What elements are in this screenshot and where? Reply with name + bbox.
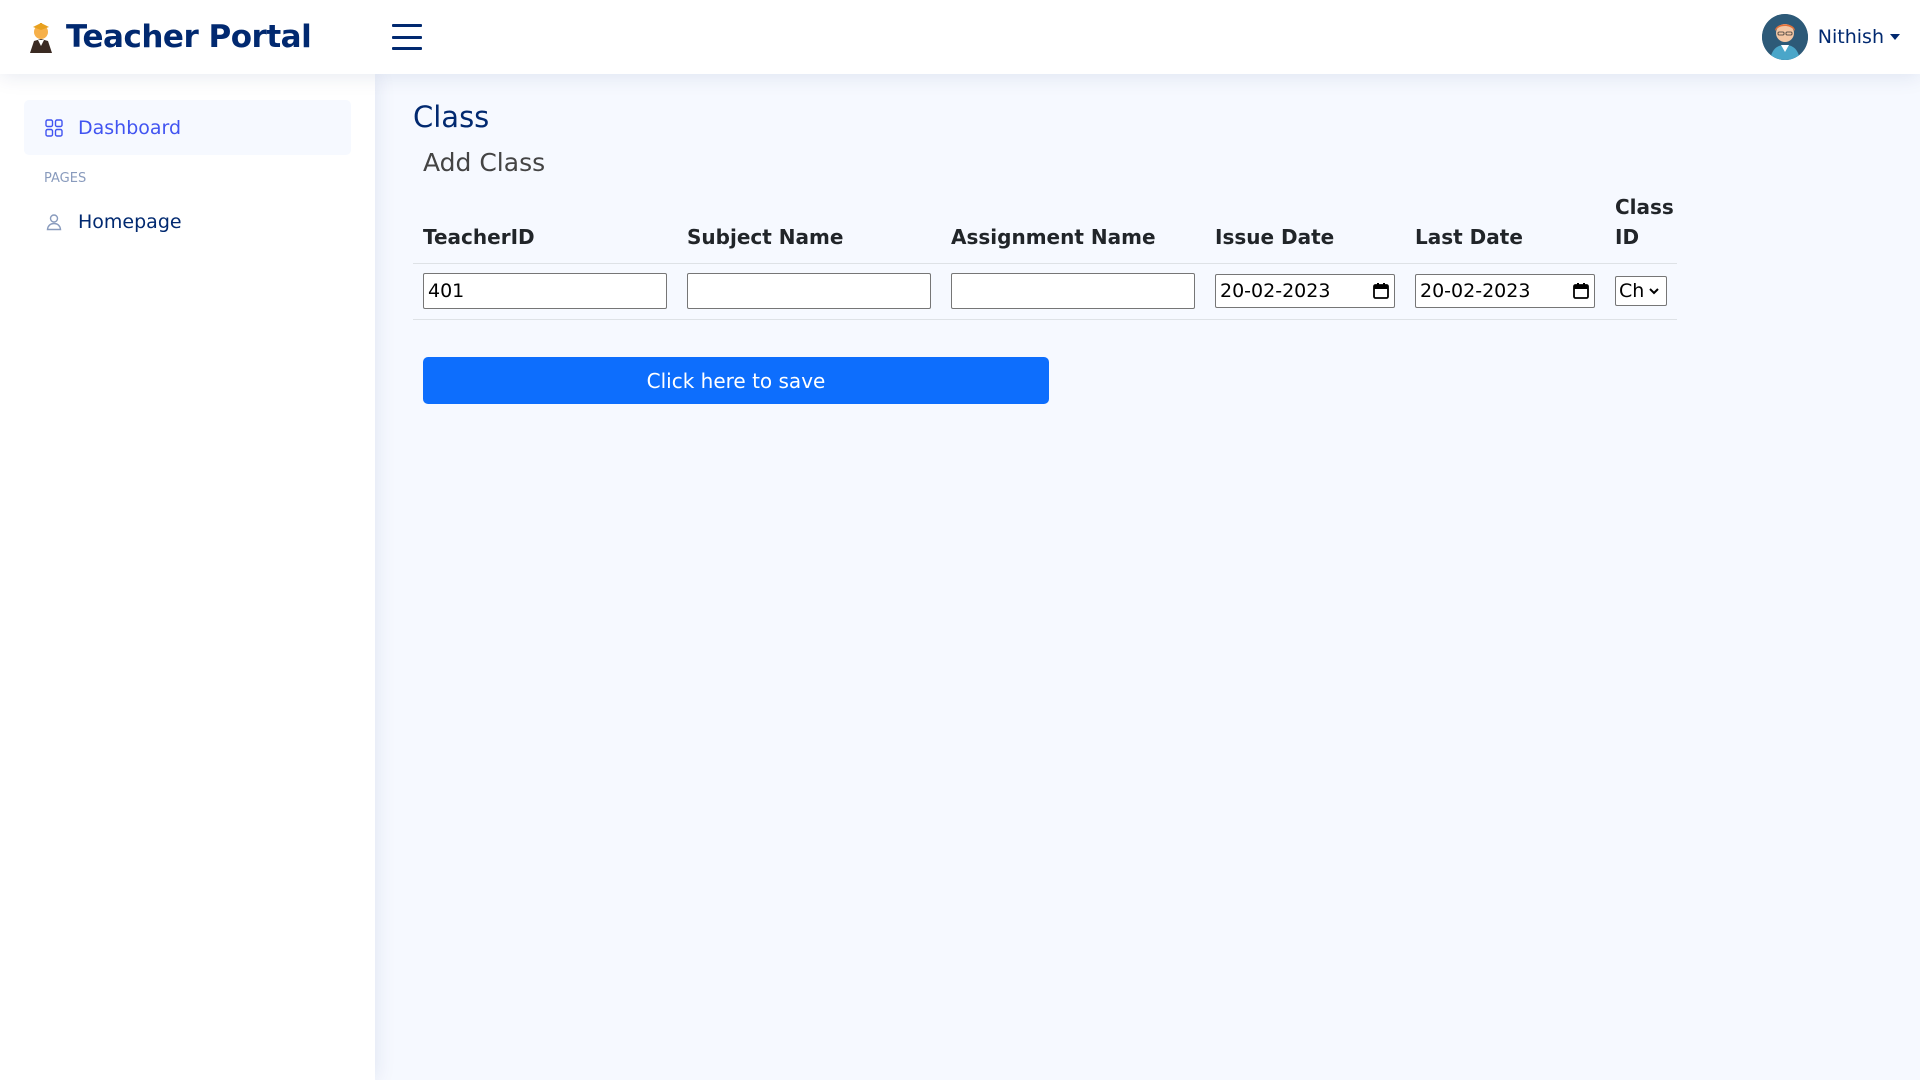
assignment-name-cell (941, 263, 1205, 320)
menu-line (392, 24, 422, 27)
subject-name-cell (677, 263, 941, 320)
sidebar: Dashboard PAGES Homepage (0, 74, 375, 1080)
table-header-row: TeacherID Subject Name Assignment Name I… (413, 182, 1677, 264)
hamburger-menu-icon[interactable] (392, 24, 422, 50)
teacher-id-input[interactable] (423, 273, 667, 309)
user-name: Nithish (1817, 26, 1884, 48)
column-header: Subject Name (677, 182, 941, 264)
app-title: Teacher Portal (66, 19, 312, 55)
menu-line (392, 35, 422, 39)
caret-down-icon (1890, 34, 1900, 40)
assignment-name-input[interactable] (951, 273, 1195, 309)
card-title: Add Class (423, 148, 546, 177)
last-date-value: 20-02-2023 (1420, 280, 1531, 302)
save-button[interactable]: Click here to save (423, 357, 1049, 404)
column-header-class-id: Class ID (1605, 182, 1677, 264)
person-icon (46, 213, 62, 230)
sidebar-item-dashboard[interactable]: Dashboard (24, 100, 351, 155)
last-date-input[interactable]: 20-02-2023 (1415, 274, 1595, 308)
profile-dropdown[interactable]: Nithish (1761, 14, 1900, 60)
teacher-id-cell (413, 263, 677, 320)
user-avatar-icon (1761, 14, 1808, 60)
table-row: 20-02-2023 20-02-2023 (413, 263, 1677, 320)
sidebar-item-label: Homepage (78, 210, 182, 233)
class-id-value: Ch (1619, 280, 1645, 302)
logo[interactable]: Teacher Portal (26, 16, 312, 58)
main-content: Class Add Class TeacherID Subject Name A… (375, 74, 1920, 1080)
top-header: Teacher Portal Nithish (0, 0, 1920, 74)
issue-date-value: 20-02-2023 (1220, 280, 1331, 302)
sidebar-heading-pages: PAGES (44, 171, 87, 186)
page-title: Class (413, 100, 490, 134)
calendar-icon[interactable] (1572, 282, 1590, 300)
class-id-cell: Ch (1605, 263, 1677, 320)
grid-icon (45, 118, 63, 137)
sidebar-item-homepage[interactable]: Homepage (24, 194, 351, 249)
column-header: Issue Date (1205, 182, 1405, 264)
add-class-form-table: TeacherID Subject Name Assignment Name I… (413, 182, 1677, 320)
menu-line (392, 47, 422, 50)
column-header: Assignment Name (941, 182, 1205, 264)
last-date-cell: 20-02-2023 (1405, 263, 1605, 320)
column-header: TeacherID (413, 182, 677, 264)
issue-date-cell: 20-02-2023 (1205, 263, 1405, 320)
column-header-text: Class ID (1615, 195, 1674, 249)
issue-date-input[interactable]: 20-02-2023 (1215, 274, 1395, 308)
calendar-icon[interactable] (1372, 282, 1390, 300)
chevron-down-icon (1649, 288, 1659, 295)
subject-name-input[interactable] (687, 273, 931, 309)
class-id-select[interactable]: Ch (1615, 276, 1667, 306)
column-header: Last Date (1405, 182, 1605, 264)
sidebar-item-label: Dashboard (78, 116, 182, 139)
teacher-logo-icon (30, 23, 52, 53)
